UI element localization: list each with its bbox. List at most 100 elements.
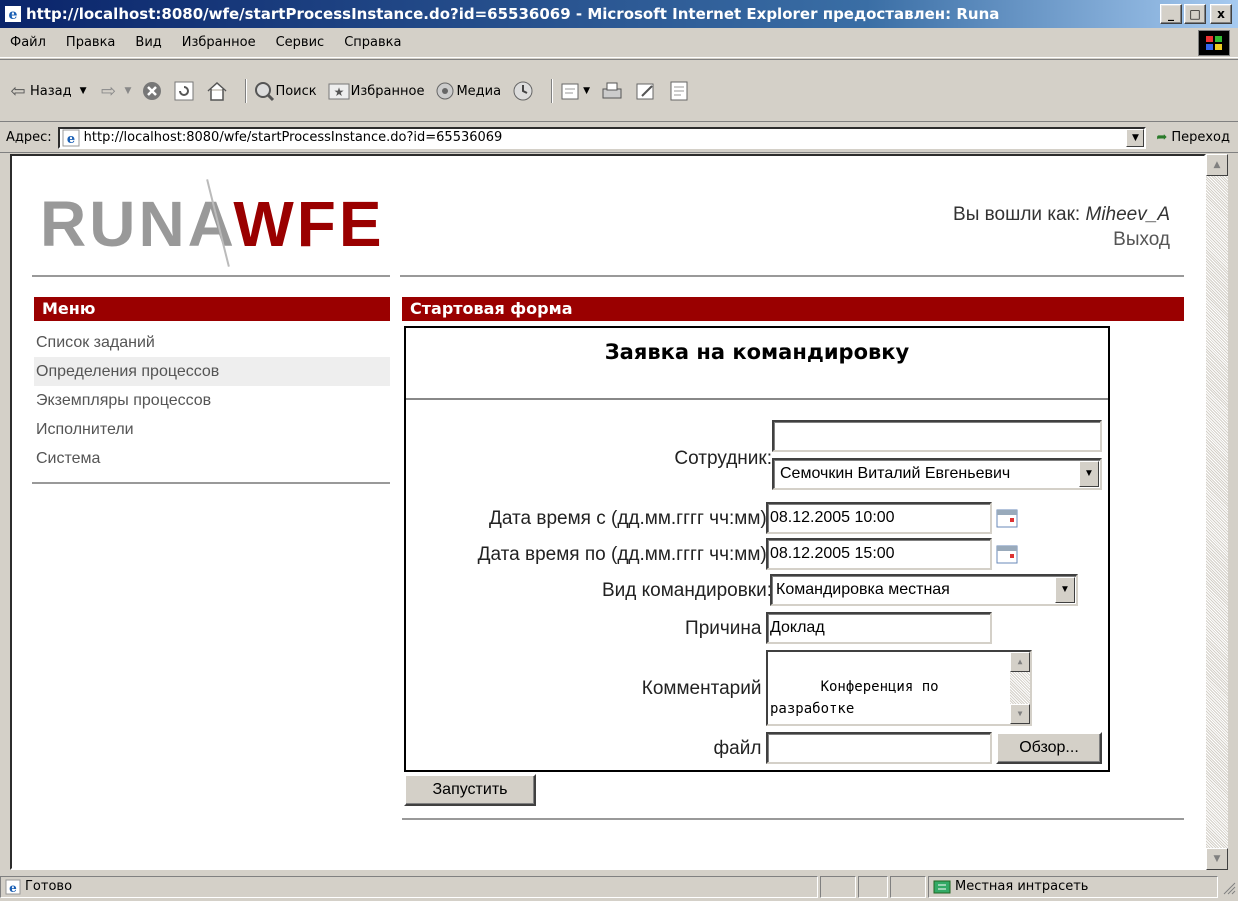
comment-text: Конференция по разработке OpenSource про… [770, 679, 939, 724]
print-icon [602, 82, 622, 99]
login-prefix: Вы вошли как: [953, 204, 1086, 225]
menu-item-process-instances[interactable]: Экземпляры процессов [34, 386, 390, 415]
edit-icon [636, 83, 654, 100]
favorites-label: Избранное [350, 83, 425, 99]
menu-bottom-divider [32, 482, 390, 484]
scroll-up-icon[interactable]: ▲ [1206, 154, 1228, 176]
file-input[interactable] [766, 732, 992, 764]
trip-type-select[interactable]: Командировка местная ▼ [770, 574, 1078, 606]
date-from-input[interactable]: 08.12.2005 10:00 [766, 502, 992, 534]
address-dropdown-icon[interactable]: ▼ [1126, 128, 1145, 147]
date-to-label: Дата время по (дд.мм.гггг чч:мм): [477, 544, 772, 565]
ie-icon: e [5, 6, 21, 23]
discuss-icon [670, 81, 688, 101]
menu-item-executors[interactable]: Исполнители [34, 415, 390, 444]
menu-favorites[interactable]: Избранное [172, 35, 266, 50]
go-arrow-icon: ➦ [1156, 130, 1168, 145]
media-icon [436, 82, 454, 100]
go-button[interactable]: ➦ Переход [1146, 130, 1238, 145]
svg-text:e: e [9, 881, 17, 895]
bottom-divider [402, 818, 1184, 820]
menu-item-tasks[interactable]: Список заданий [34, 328, 390, 357]
search-label: Поиск [275, 83, 317, 99]
address-url: http://localhost:8080/wfe/startProcessIn… [83, 130, 503, 145]
employee-select[interactable]: Семочкин Виталий Евгеньевич ▼ [772, 458, 1102, 490]
employee-filter-input[interactable] [772, 420, 1102, 452]
discuss-button[interactable] [668, 80, 690, 102]
refresh-icon [174, 81, 194, 101]
search-icon [255, 82, 275, 102]
security-zone: Местная интрасеть [928, 875, 1218, 898]
back-dropdown-icon[interactable]: ▼ [80, 86, 87, 96]
comment-textarea[interactable]: Конференция по разработке OpenSource про… [766, 650, 1032, 726]
comment-label: Комментарий : [641, 678, 772, 699]
maximize-button[interactable]: □ [1184, 4, 1206, 24]
media-label: Медиа [456, 83, 502, 99]
history-icon [513, 81, 533, 101]
menu-item-system[interactable]: Система [34, 444, 390, 473]
menu-header: Меню [34, 297, 390, 321]
mail-icon [561, 83, 579, 100]
logout-link[interactable]: Выход [953, 227, 1170, 252]
scroll-down-icon[interactable]: ▼ [1010, 704, 1030, 724]
resize-grip-icon[interactable] [1220, 879, 1236, 895]
edit-button[interactable] [634, 80, 658, 102]
login-username: Miheev_A [1085, 204, 1171, 225]
back-button[interactable]: ⇦ Назад ▼ [6, 80, 87, 102]
menu-help[interactable]: Справка [334, 35, 411, 50]
zone-label: Местная интрасеть [955, 879, 1089, 894]
status-text: Готово [25, 879, 73, 894]
back-label: Назад [30, 83, 72, 99]
print-button[interactable] [600, 80, 624, 102]
media-button[interactable]: Медиа [434, 80, 501, 102]
favorites-button[interactable]: ★ Избранное [327, 80, 425, 102]
window-title-bar[interactable]: e http://localhost:8080/wfe/startProcess… [0, 0, 1238, 28]
menu-item-process-definitions[interactable]: Определения процессов [34, 357, 390, 386]
standard-toolbar: ⇦ Назад ▼ ⇨ ▼ Поиск ★ Избранное Медиа ▼ [0, 59, 1238, 122]
favorites-star-icon: ★ [328, 83, 350, 100]
page-scrollbar[interactable]: ▲ ▼ [1206, 154, 1228, 870]
mail-button[interactable]: ▼ [559, 80, 590, 102]
scroll-up-icon[interactable]: ▲ [1010, 652, 1030, 672]
trip-type-dropdown-icon[interactable]: ▼ [1055, 577, 1075, 603]
menu-view[interactable]: Вид [125, 35, 171, 50]
status-slot [890, 875, 926, 898]
comment-scrollbar[interactable]: ▲ ▼ [1010, 652, 1030, 724]
right-divider [400, 275, 1184, 277]
scroll-down-icon[interactable]: ▼ [1206, 848, 1228, 870]
reason-label: Причина : [685, 618, 772, 639]
home-button[interactable] [205, 80, 229, 102]
menu-file[interactable]: Файл [0, 35, 56, 50]
forward-dropdown-icon[interactable]: ▼ [125, 86, 132, 96]
stop-icon [143, 82, 162, 100]
menu-edit[interactable]: Правка [56, 35, 125, 50]
browse-button[interactable]: Обзор... [996, 732, 1102, 764]
address-label: Адрес: [6, 130, 52, 145]
svg-text:★: ★ [333, 85, 344, 99]
logo-runa-text: RUNA [40, 188, 234, 260]
submit-button[interactable]: Запустить [404, 774, 536, 806]
status-slot [858, 875, 888, 898]
search-button[interactable]: Поиск [253, 80, 317, 102]
address-input[interactable]: e http://localhost:8080/wfe/startProcess… [57, 126, 1147, 149]
trip-type-selected-value: Командировка местная [776, 581, 950, 598]
date-to-input[interactable]: 08.12.2005 15:00 [766, 538, 992, 570]
status-slot [820, 875, 856, 898]
side-menu: Список заданий Определения процессов Экз… [34, 328, 390, 473]
forward-button[interactable]: ⇨ ▼ [97, 80, 132, 102]
mail-dropdown-icon[interactable]: ▼ [583, 86, 590, 96]
reason-input[interactable]: Доклад [766, 612, 992, 644]
menu-tools[interactable]: Сервис [266, 35, 335, 50]
file-label: файл : [713, 738, 772, 759]
menu-bar: Файл Правка Вид Избранное Сервис Справка [0, 28, 1238, 58]
calendar-icon[interactable] [996, 544, 1018, 564]
left-divider [32, 275, 390, 277]
stop-button[interactable] [141, 80, 163, 102]
refresh-button[interactable] [173, 80, 195, 102]
employee-dropdown-icon[interactable]: ▼ [1079, 461, 1099, 487]
calendar-icon[interactable] [996, 508, 1018, 528]
minimize-button[interactable]: _ [1160, 4, 1182, 24]
history-button[interactable] [511, 80, 535, 102]
toolbar-separator [245, 79, 248, 103]
close-button[interactable]: x [1210, 4, 1232, 24]
